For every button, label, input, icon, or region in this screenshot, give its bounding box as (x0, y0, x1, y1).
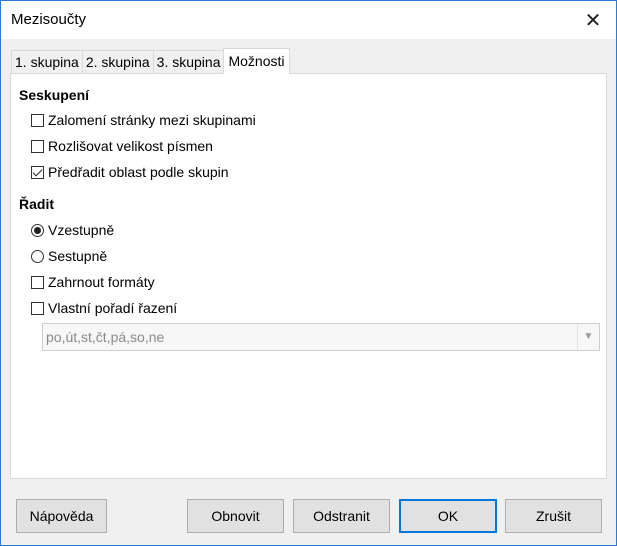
include-formats-option[interactable]: Zahrnout formáty (31, 272, 155, 292)
descending-label: Sestupně (48, 248, 108, 264)
page-break-label: Zalomení stránky mezi skupinami (48, 112, 256, 128)
presort-option[interactable]: Předřadit oblast podle skupin (31, 162, 229, 182)
close-icon[interactable]: ✕ (570, 1, 616, 39)
custom-order-checkbox[interactable] (31, 301, 44, 315)
include-formats-checkbox[interactable] (31, 275, 44, 289)
descending-radio[interactable] (31, 249, 44, 263)
cancel-button[interactable]: Zrušit (505, 499, 602, 533)
sort-heading: Řadit (19, 196, 54, 212)
custom-order-label: Vlastní pořadí řazení (48, 300, 178, 316)
page-break-checkbox[interactable] (31, 113, 44, 127)
custom-order-option[interactable]: Vlastní pořadí řazení (31, 298, 177, 318)
ascending-radio[interactable] (31, 223, 44, 237)
title-bar: Mezisoučty ✕ (1, 1, 616, 39)
custom-order-value: po,út,st,čt,pá,so,ne (46, 329, 165, 345)
include-formats-label: Zahrnout formáty (48, 274, 155, 290)
presort-checkbox[interactable] (31, 165, 44, 179)
tab-group-2[interactable]: 2. skupina (81, 50, 154, 74)
subtotals-dialog: Mezisoučty ✕ 1. skupina 2. skupina 3. sk… (0, 0, 617, 546)
descending-option[interactable]: Sestupně (31, 246, 107, 266)
custom-order-select[interactable]: po,út,st,čt,pá,so,ne ▼ (42, 323, 600, 351)
tab-group-1[interactable]: 1. skupina (11, 50, 83, 74)
remove-button[interactable]: Odstranit (293, 499, 390, 533)
tab-group-3[interactable]: 3. skupina (152, 50, 225, 74)
ascending-label: Vzestupně (48, 222, 115, 238)
ok-button[interactable]: OK (399, 499, 497, 533)
help-button[interactable]: Nápověda (16, 499, 107, 533)
chevron-down-icon[interactable]: ▼ (577, 324, 599, 350)
grouping-heading: Seskupení (19, 87, 90, 103)
page-break-option[interactable]: Zalomení stránky mezi skupinami (31, 110, 256, 130)
tab-bar: 1. skupina 2. skupina 3. skupina Možnost… (11, 48, 290, 74)
options-panel: Seskupení Zalomení stránky mezi skupinam… (10, 73, 607, 479)
ascending-option[interactable]: Vzestupně (31, 220, 114, 240)
case-sensitive-label: Rozlišovat velikost písmen (48, 138, 213, 154)
case-sensitive-checkbox[interactable] (31, 139, 44, 153)
window-title: Mezisoučty (11, 11, 87, 28)
reset-button[interactable]: Obnovit (187, 499, 284, 533)
presort-label: Předřadit oblast podle skupin (48, 164, 229, 180)
case-sensitive-option[interactable]: Rozlišovat velikost písmen (31, 136, 213, 156)
tab-options[interactable]: Možnosti (223, 48, 290, 74)
